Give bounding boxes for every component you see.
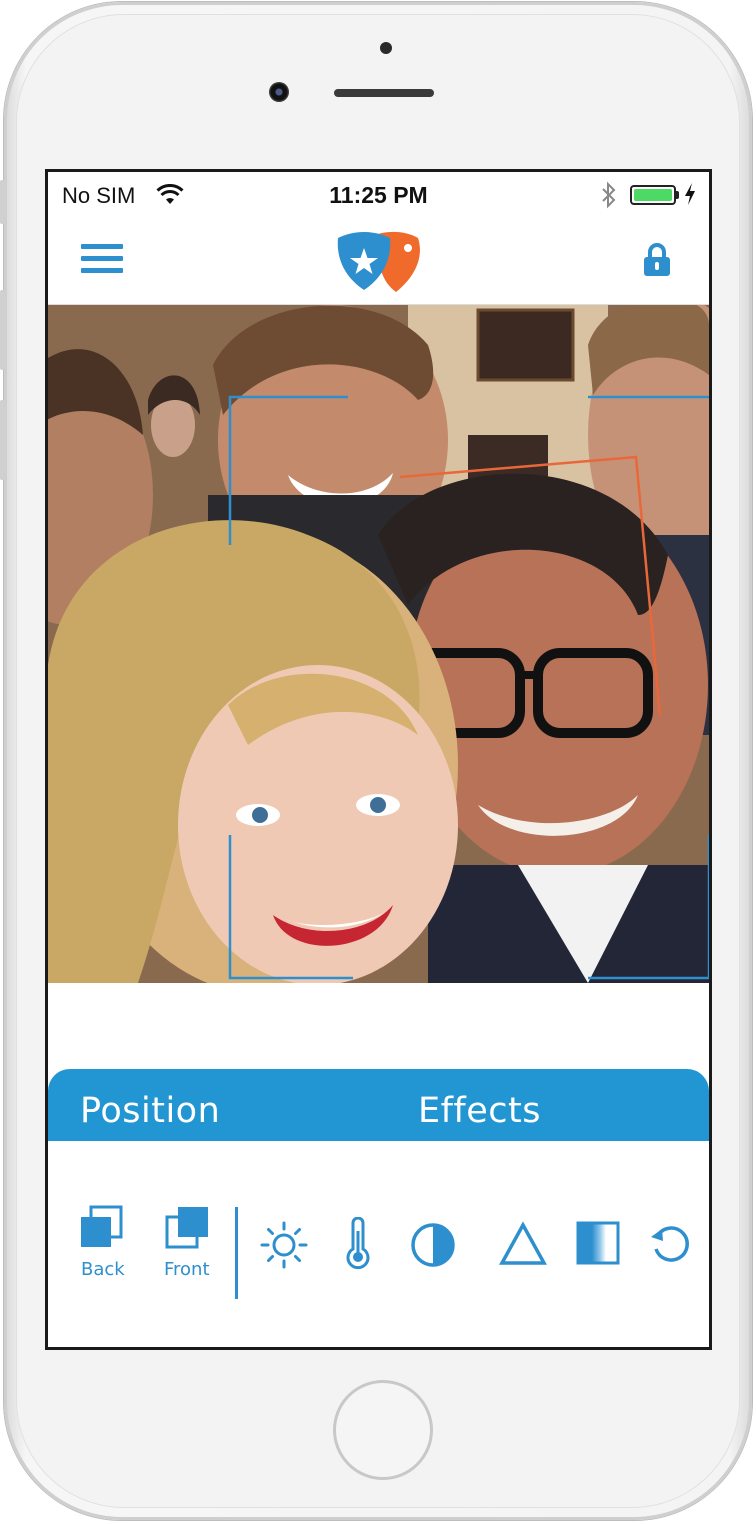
sharpen-button[interactable] [498, 1221, 548, 1271]
gradient-icon [576, 1221, 620, 1265]
contrast-icon [411, 1223, 455, 1267]
status-bar: No SIM 11:25 PM [48, 172, 709, 218]
contrast-button[interactable] [409, 1221, 457, 1273]
gradient-button[interactable] [576, 1221, 620, 1269]
volume-up-button [0, 290, 6, 370]
volume-down-button [0, 400, 6, 480]
app-screen: No SIM 11:25 PM Position Effects Back Fr… [45, 169, 712, 1350]
editor-tab-bar: Position Effects [48, 1069, 709, 1141]
face-detection-boxes [228, 395, 709, 980]
app-logo-icon [337, 231, 420, 292]
tools-toolbar: Back Front [48, 1141, 709, 1347]
earpiece-speaker [334, 89, 434, 97]
battery-icon [630, 185, 676, 205]
reset-icon [651, 1226, 689, 1262]
temperature-button[interactable] [344, 1216, 372, 1273]
temperature-icon [346, 1216, 370, 1270]
back-button[interactable]: Back [79, 1205, 129, 1280]
lock-icon[interactable] [642, 242, 672, 278]
brightness-button[interactable] [260, 1221, 308, 1273]
photo-canvas[interactable] [48, 305, 709, 983]
bring-to-front-icon [165, 1207, 208, 1249]
sharpen-triangle-icon [499, 1221, 547, 1265]
toolbar-divider [235, 1207, 238, 1299]
nav-bar [48, 218, 709, 305]
front-camera [269, 82, 289, 102]
reset-button[interactable] [648, 1221, 694, 1271]
front-label: Front [164, 1259, 210, 1280]
spacer [48, 983, 709, 1070]
battery-fill [634, 189, 672, 201]
mute-switch [0, 180, 6, 224]
hamburger-menu-icon[interactable] [81, 244, 123, 274]
bluetooth-icon [602, 181, 616, 209]
send-to-back-icon [81, 1205, 123, 1247]
back-label: Back [81, 1259, 125, 1280]
charging-icon [685, 183, 695, 205]
proximity-sensor [380, 42, 392, 54]
battery-tip [676, 191, 679, 199]
brightness-icon [260, 1221, 308, 1269]
tab-position[interactable]: Position [80, 1091, 220, 1131]
tab-effects[interactable]: Effects [418, 1091, 541, 1131]
front-button[interactable]: Front [164, 1205, 219, 1280]
home-button[interactable] [333, 1380, 433, 1480]
